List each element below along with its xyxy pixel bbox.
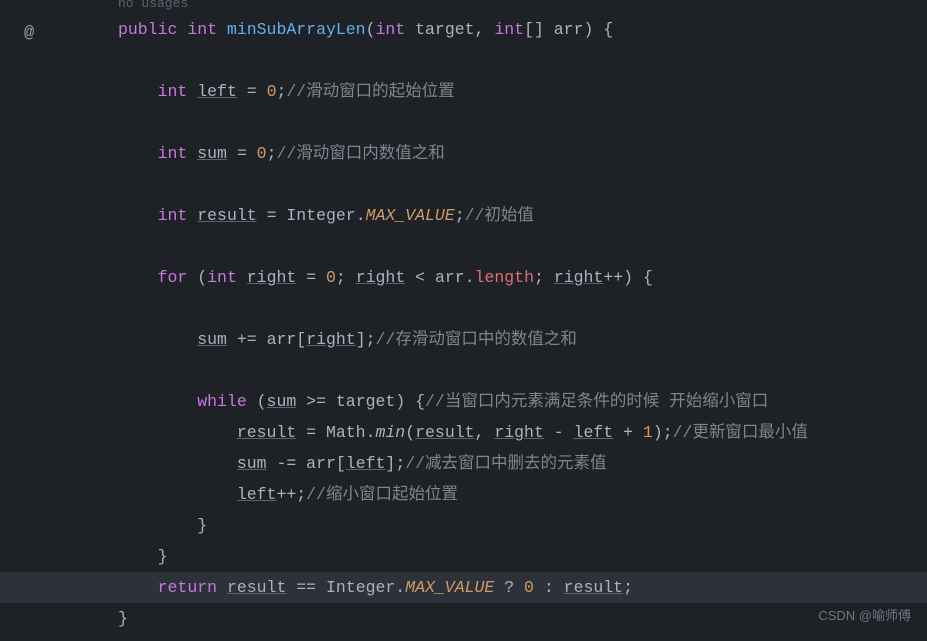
gutter: @ (0, 0, 60, 641)
code-line (118, 107, 927, 138)
code-line (118, 231, 927, 262)
code-line: while (sum >= target) {//当窗口内元素满足条件的时候 开… (118, 386, 927, 417)
code-line: sum += arr[right];//存滑动窗口中的数值之和 (118, 324, 927, 355)
code-line: public int minSubArrayLen(int target, in… (118, 14, 927, 45)
code-line (118, 293, 927, 324)
code-line: result = Math.min(result, right - left +… (118, 417, 927, 448)
code-line (118, 169, 927, 200)
code-line: int left = 0;//滑动窗口的起始位置 (118, 76, 927, 107)
override-icon[interactable]: @ (24, 18, 34, 49)
code-line: } (118, 541, 927, 572)
code-line: for (int right = 0; right < arr.length; … (118, 262, 927, 293)
watermark: CSDN @喻师傅 (818, 600, 911, 631)
code-line: left++;//缩小窗口起始位置 (118, 479, 927, 510)
code-line: } (118, 603, 927, 634)
usages-hint: no usages (118, 0, 927, 14)
code-line: int result = Integer.MAX_VALUE;//初始值 (118, 200, 927, 231)
code-line: } (118, 510, 927, 541)
code-line: sum -= arr[left];//减去窗口中删去的元素值 (118, 448, 927, 479)
code-editor[interactable]: no usages public int minSubArrayLen(int … (118, 0, 927, 634)
code-line-current: return result == Integer.MAX_VALUE ? 0 :… (0, 572, 927, 603)
code-line (118, 355, 927, 386)
code-line (118, 45, 927, 76)
code-line: int sum = 0;//滑动窗口内数值之和 (118, 138, 927, 169)
